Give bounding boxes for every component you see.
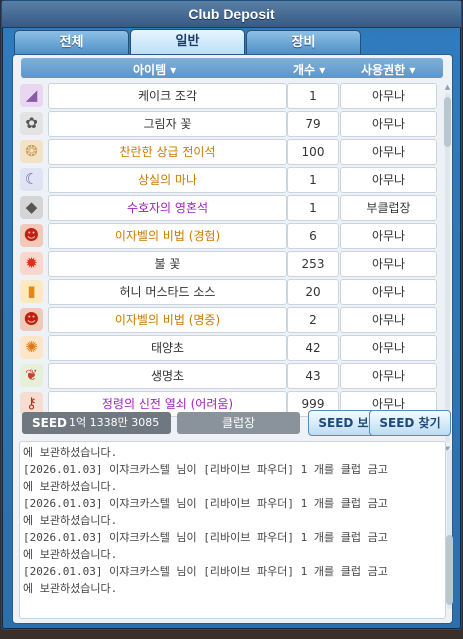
tab-all[interactable]: 전체 [14,30,129,54]
item-name[interactable]: 상실의 마나 [48,167,287,193]
column-permission[interactable]: 사용권한 ▾ [361,61,415,78]
log-scrollbar[interactable] [445,441,454,617]
log-line: 에 보관하셨습니다. [23,582,118,595]
window-title: Club Deposit [2,1,461,28]
item-permission[interactable]: 아무나 [340,111,437,137]
club-master-button[interactable]: 클럽장 [177,412,300,434]
item-count: 6 [287,223,339,249]
item-list-scrollbar[interactable]: ▲ ▼ [443,83,452,453]
cake-slice-icon: ◢ [20,84,43,107]
item-permission[interactable]: 아무나 [340,83,437,109]
item-row[interactable]: ☻ 이자벨의 비법 (경험) 6 아무나 [19,222,439,249]
item-name[interactable]: 케이크 조각 [48,83,287,109]
activity-log: 에 보관하셨습니다. [2026.01.03] 이쟈크카스텔 님이 [리바이브 파… [19,441,446,619]
item-name[interactable]: 이자벨의 비법 (명중) [48,307,287,333]
item-row[interactable]: ☻ 이자벨의 비법 (명중) 2 아무나 [19,306,439,333]
item-count: 1 [287,83,339,109]
item-permission[interactable]: 부클럽장 [340,195,437,221]
item-row[interactable]: ☾ 상실의 마나 1 아무나 [19,166,439,193]
seed-label: SEED [32,416,67,430]
isabel-accuracy-icon: ☻ [20,308,43,331]
item-name[interactable]: 찬란한 상급 전이석 [48,139,287,165]
item-permission[interactable]: 아무나 [340,139,437,165]
item-count: 79 [287,111,339,137]
item-count: 1 [287,195,339,221]
item-name[interactable]: 수호자의 영혼석 [48,195,287,221]
tab-equipment[interactable]: 장비 [246,30,361,54]
item-count: 42 [287,335,339,361]
seed-balance: SEED 1억 1338만 3085 [22,412,171,434]
item-count: 43 [287,363,339,389]
content-panel: 아이템 ▾ 개수 ▾ 사용권한 ▾ ◢ 케이크 조각 1 아무나 ✿ 그림자 꽃 79 아무나… [12,54,453,624]
item-count: 253 [287,251,339,277]
log-line: [2026.01.03] 이쟈크카스텔 님이 [리바이브 파우더] 1 개를 클… [23,463,388,476]
column-count[interactable]: 개수 ▾ [293,61,325,78]
item-count: 2 [287,307,339,333]
item-row[interactable]: ❂ 찬란한 상급 전이석 100 아무나 [19,138,439,165]
log-scroll-thumb[interactable] [446,535,453,605]
item-row[interactable]: ◆ 수호자의 영혼석 1 부클럽장 [19,194,439,221]
item-name[interactable]: 이자벨의 비법 (경험) [48,223,287,249]
log-line: 에 보관하셨습니다. [23,480,118,493]
tab-general[interactable]: 일반 [130,29,245,55]
log-line: [2026.01.03] 이쟈크카스텔 님이 [리바이브 파우더] 1 개를 클… [23,497,388,510]
item-list: ◢ 케이크 조각 1 아무나 ✿ 그림자 꽃 79 아무나 ❂ 찬란한 상급 전이석 100 아무나 ☾… [19,82,439,454]
transfer-stone-icon: ❂ [20,140,43,163]
item-name[interactable]: 생명초 [48,363,287,389]
column-item[interactable]: 아이템 ▾ [133,61,176,78]
soul-stone-icon: ◆ [20,196,43,219]
isabel-exp-icon: ☻ [20,224,43,247]
item-permission[interactable]: 아무나 [340,307,437,333]
item-row[interactable]: ✺ 태양초 42 아무나 [19,334,439,361]
log-line: [2026.01.03] 이쟈크카스텔 님이 [리바이브 파우더] 1 개를 클… [23,531,388,544]
item-row[interactable]: ✹ 불 꽃 253 아무나 [19,250,439,277]
item-row[interactable]: ❦ 생명초 43 아무나 [19,362,439,389]
seed-withdraw-button[interactable]: SEED 찾기 [369,410,451,436]
item-name[interactable]: 태양초 [48,335,287,361]
item-permission[interactable]: 아무나 [340,167,437,193]
item-name[interactable]: 불 꽃 [48,251,287,277]
item-count: 1 [287,167,339,193]
item-count: 100 [287,139,339,165]
item-permission[interactable]: 아무나 [340,251,437,277]
club-deposit-window: Club Deposit 전체 일반 장비 아이템 ▾ 개수 ▾ 사용권한 ▾ … [1,0,462,630]
moon-mana-icon: ☾ [20,168,43,191]
item-row[interactable]: ✿ 그림자 꽃 79 아무나 [19,110,439,137]
item-name[interactable]: 허니 머스타드 소스 [48,279,287,305]
item-permission[interactable]: 아무나 [340,223,437,249]
log-line: [2026.01.03] 이쟈크카스텔 님이 [리바이브 파우더] 1 개를 클… [23,565,388,578]
item-count: 20 [287,279,339,305]
life-herb-icon: ❦ [20,364,43,387]
column-header: 아이템 ▾ 개수 ▾ 사용권한 ▾ [21,58,443,78]
item-row[interactable]: ◢ 케이크 조각 1 아무나 [19,82,439,109]
fire-flower-icon: ✹ [20,252,43,275]
sauce-bottle-icon: ▮ [20,280,43,303]
item-row[interactable]: ▮ 허니 머스타드 소스 20 아무나 [19,278,439,305]
log-line: 에 보관하셨습니다. [23,446,118,459]
sun-herb-icon: ✺ [20,336,43,359]
seed-value: 1억 1338만 3085 [69,416,160,429]
item-permission[interactable]: 아무나 [340,279,437,305]
item-permission[interactable]: 아무나 [340,363,437,389]
scroll-thumb[interactable] [444,97,451,147]
log-line: 에 보관하셨습니다. [23,548,118,561]
item-name[interactable]: 그림자 꽃 [48,111,287,137]
item-permission[interactable]: 아무나 [340,335,437,361]
shadow-flower-icon: ✿ [20,112,43,135]
scroll-up-icon[interactable]: ▲ [443,83,452,91]
log-line: 에 보관하셨습니다. [23,514,118,527]
